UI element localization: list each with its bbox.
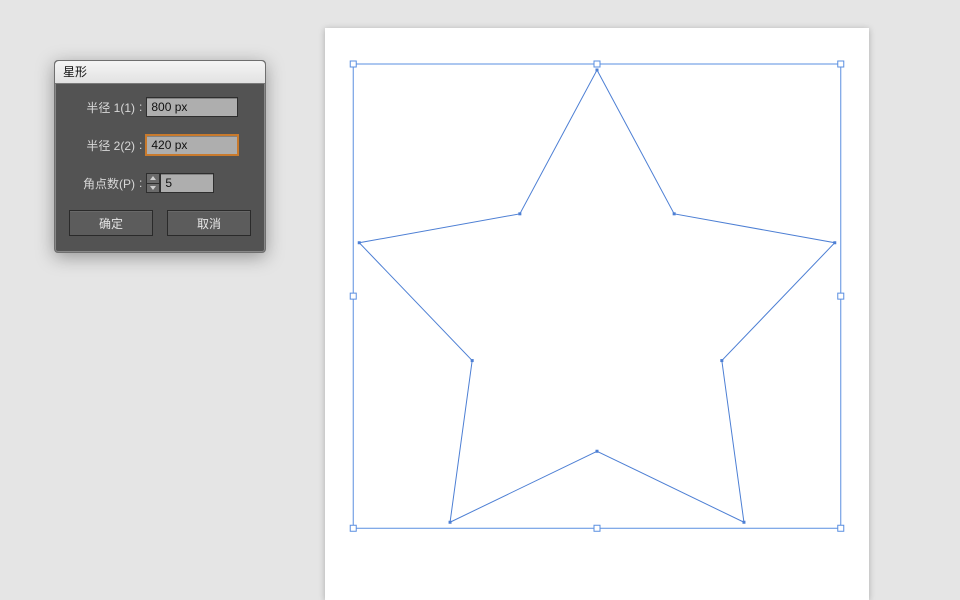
stepper-down[interactable] — [146, 183, 160, 194]
radius1-label: 半径 1(1) — [69, 99, 139, 116]
chevron-down-icon — [150, 186, 156, 190]
radius2-input[interactable] — [146, 135, 238, 155]
points-colon: : — [139, 176, 146, 190]
radius1-colon: : — [139, 100, 146, 114]
stepper-arrows — [146, 173, 160, 193]
points-label: 角点数(P) — [69, 175, 139, 192]
dialog-buttons: 确定 取消 — [69, 210, 251, 236]
radius2-label: 半径 2(2) — [69, 137, 139, 154]
radius2-colon: : — [139, 138, 146, 152]
dialog-body: 半径 1(1) : 半径 2(2) : 角点数(P) : 确定 取消 — [55, 84, 265, 252]
star-dialog: 星形 半径 1(1) : 半径 2(2) : 角点数(P) : 确定 — [54, 60, 266, 253]
shape-preview — [325, 28, 869, 600]
stepper-up[interactable] — [146, 173, 160, 183]
artboard[interactable] — [325, 28, 869, 600]
points-row: 角点数(P) : — [69, 172, 251, 194]
ok-button[interactable]: 确定 — [69, 210, 153, 236]
points-input[interactable] — [160, 173, 214, 193]
radius1-input[interactable] — [146, 97, 238, 117]
dialog-title[interactable]: 星形 — [55, 61, 265, 84]
radius1-row: 半径 1(1) : — [69, 96, 251, 118]
points-stepper — [146, 173, 214, 193]
cancel-button[interactable]: 取消 — [167, 210, 251, 236]
radius2-row: 半径 2(2) : — [69, 134, 251, 156]
chevron-up-icon — [150, 176, 156, 180]
